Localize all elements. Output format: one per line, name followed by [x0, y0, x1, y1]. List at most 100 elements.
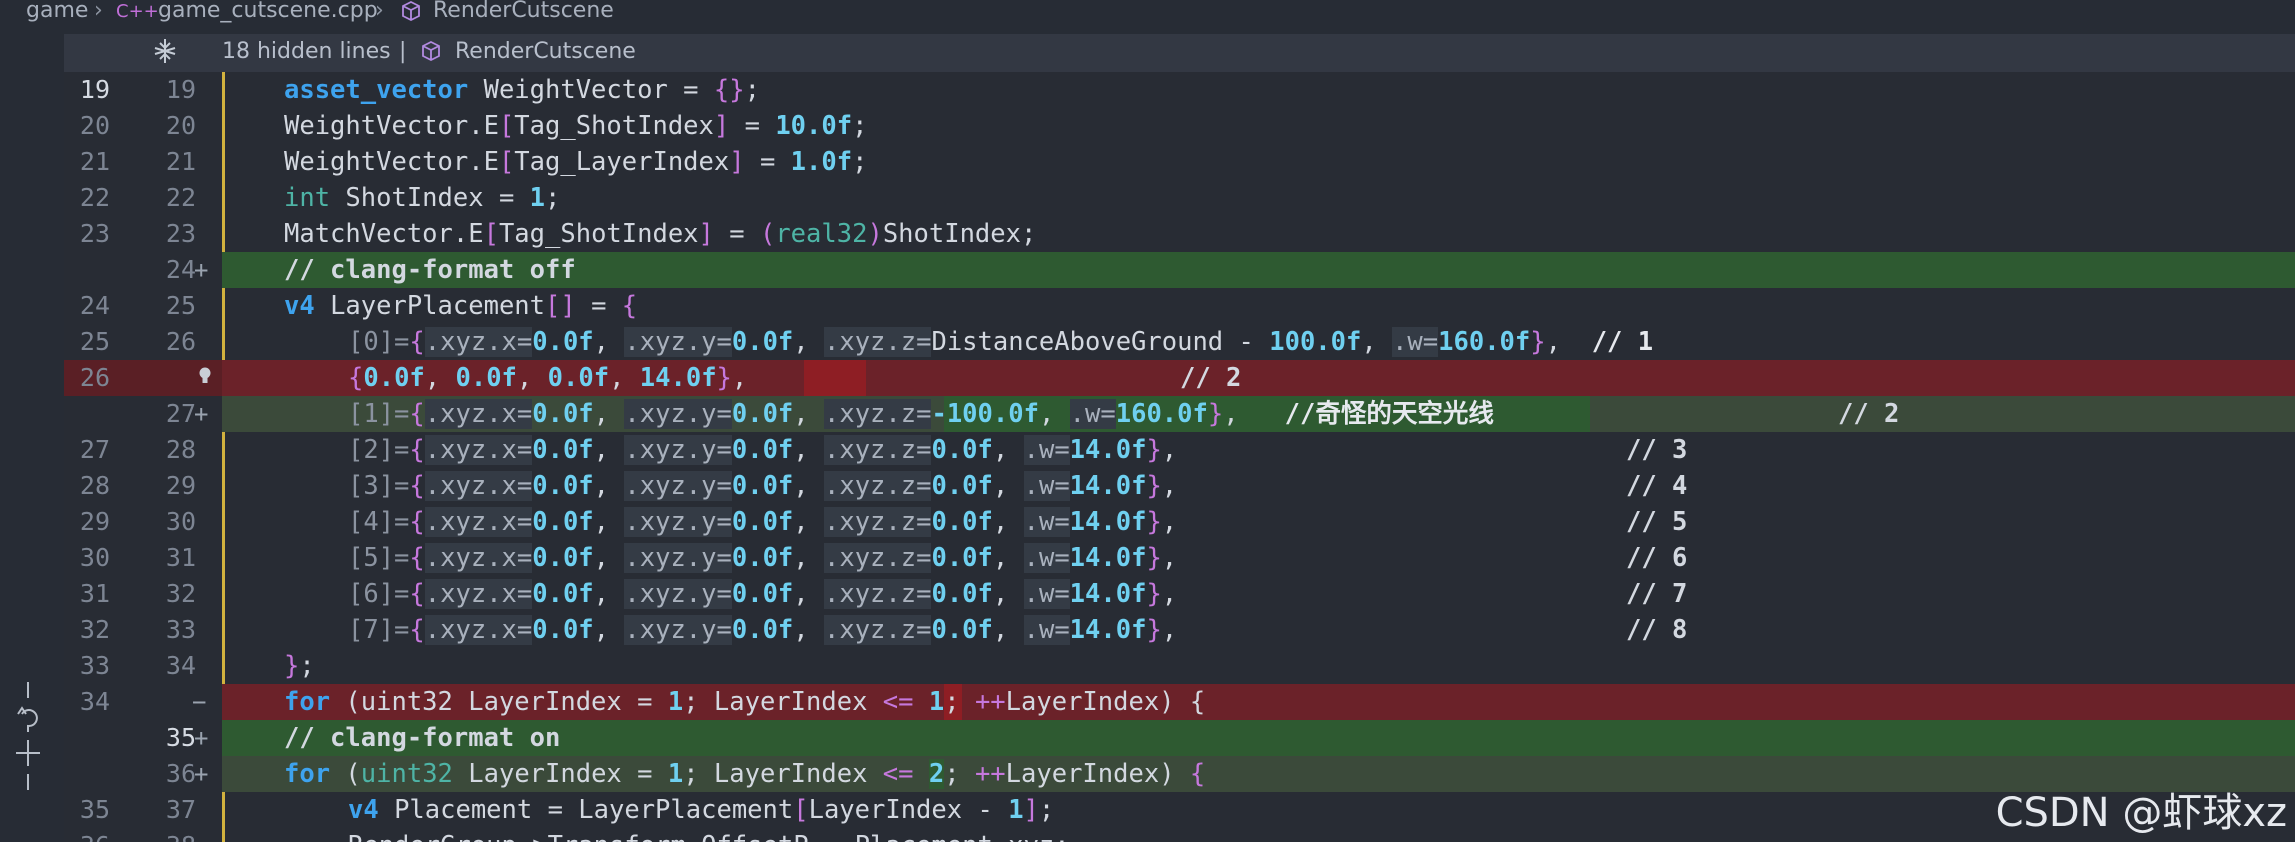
new-line-number: 35: [165, 723, 196, 752]
old-line-number: [64, 252, 110, 288]
code-text: WeightVector.E[Tag_ShotIndex] = 10.0f;: [284, 111, 868, 141]
code-text: [5]={.xyz.x=0.0f, .xyz.y=0.0f, .xyz.z=0.…: [348, 543, 1178, 573]
modified-bar: [222, 504, 225, 540]
breadcrumb: game › C++ game_cutscene.cpp › RenderCut…: [0, 0, 2295, 28]
code-text: [3]={.xyz.x=0.0f, .xyz.y=0.0f, .xyz.z=0.…: [348, 471, 1178, 501]
revert-hunk-controls[interactable]: [12, 680, 44, 792]
code-line[interactable]: 22 22 int ShotIndex = 1;: [64, 180, 2295, 216]
code-comment: // 4: [1626, 471, 1688, 501]
code-text: v4 LayerPlacement[] = {: [284, 291, 638, 321]
modified-bar: [222, 432, 225, 468]
removed-marker: −: [192, 688, 207, 716]
removed-line[interactable]: 34 − for (uint32 LayerIndex = 1; LayerIn…: [64, 684, 2295, 720]
modified-bar: [222, 576, 225, 612]
code-text: WeightVector.E[Tag_LayerIndex] = 1.0f;: [284, 147, 868, 177]
old-line-number: 33: [79, 651, 110, 680]
old-line-number: 22: [79, 183, 110, 212]
code-text: MatchVector.E[Tag_ShotIndex] = (real32)S…: [284, 219, 1037, 249]
code-text: // clang-format on: [284, 723, 561, 753]
modified-bar: [222, 72, 225, 108]
code-line[interactable]: 21 21 WeightVector.E[Tag_LayerIndex] = 1…: [64, 144, 2295, 180]
modified-bar: [222, 288, 225, 324]
added-marker: +: [194, 760, 209, 788]
modified-bar: [222, 144, 225, 180]
old-line-number: [64, 396, 110, 432]
new-line-number: 33: [165, 615, 196, 644]
code-text: asset_vector WeightVector = {};: [284, 75, 760, 105]
new-line-number: 37: [165, 795, 196, 824]
new-line-number: 24: [165, 255, 196, 284]
new-line-number: 21: [165, 147, 196, 176]
old-line-number: 35: [79, 795, 110, 824]
new-line-number: 32: [165, 579, 196, 608]
removed-line[interactable]: 26 {0.0f, 0.0f, 0.0f, 14.0f}, // 2: [64, 360, 2295, 396]
code-line[interactable]: 31 32 [6]={.xyz.x=0.0f, .xyz.y=0.0f, .xyz.…: [64, 576, 2295, 612]
added-line[interactable]: 36 + for (uint32 LayerIndex = 1; LayerIn…: [64, 756, 2295, 792]
code-text: // clang-format off: [284, 255, 576, 285]
breadcrumb-item-game[interactable]: game: [26, 0, 88, 23]
old-line-number: 25: [79, 327, 110, 356]
diff-action-strip: [0, 72, 64, 842]
fold-symbol-label[interactable]: RenderCutscene: [455, 39, 636, 64]
cube-icon: [400, 0, 422, 28]
code-comment: // 2: [1180, 363, 1242, 393]
new-line-number: 22: [165, 183, 196, 212]
old-line-number: 19: [79, 75, 110, 104]
modified-bar: [222, 324, 225, 360]
breadcrumb-item-symbol[interactable]: RenderCutscene: [433, 0, 614, 23]
added-line[interactable]: 35 + // clang-format on: [64, 720, 2295, 756]
new-line-number: 23: [165, 219, 196, 248]
old-line-number: [64, 756, 110, 792]
code-comment: // 8: [1626, 615, 1688, 645]
modified-bar: [222, 540, 225, 576]
diff-editor[interactable]: 19 19 asset_vector WeightVector = {}; 20…: [64, 72, 2295, 842]
code-text: v4 Placement = LayerPlacement[LayerIndex…: [348, 795, 1055, 825]
old-line-number: 30: [79, 543, 110, 572]
folded-region-bar[interactable]: 18 hidden lines | RenderCutscene: [64, 34, 2295, 72]
code-line[interactable]: 19 19 asset_vector WeightVector = {};: [64, 72, 2295, 108]
code-line[interactable]: 35 37 v4 Placement = LayerPlacement[Laye…: [64, 792, 2295, 828]
new-line-number: 38: [134, 828, 196, 842]
code-line[interactable]: 30 31 [5]={.xyz.x=0.0f, .xyz.y=0.0f, .xyz.…: [64, 540, 2295, 576]
modified-bar: [222, 180, 225, 216]
code-line[interactable]: 28 29 [3]={.xyz.x=0.0f, .xyz.y=0.0f, .xyz.…: [64, 468, 2295, 504]
code-line[interactable]: 20 20 WeightVector.E[Tag_ShotIndex] = 10…: [64, 108, 2295, 144]
code-line[interactable]: 27 28 [2]={.xyz.x=0.0f, .xyz.y=0.0f, .xyz.…: [64, 432, 2295, 468]
code-text: [6]={.xyz.x=0.0f, .xyz.y=0.0f, .xyz.z=0.…: [348, 579, 1178, 609]
new-line-number: 30: [165, 507, 196, 536]
old-line-number: [64, 720, 110, 756]
hidden-lines-label[interactable]: 18 hidden lines: [222, 39, 391, 64]
code-line[interactable]: 33 34 };: [64, 648, 2295, 684]
unfold-icon[interactable]: [152, 37, 178, 71]
added-marker: +: [194, 724, 209, 752]
added-line[interactable]: 24 + // clang-format off: [64, 252, 2295, 288]
new-line-number: 34: [165, 651, 196, 680]
code-comment: // 2: [1838, 399, 1900, 429]
fold-separator: |: [399, 39, 407, 64]
old-line-number: 28: [79, 471, 110, 500]
code-line[interactable]: 25 26 [0]={.xyz.x=0.0f, .xyz.y=0.0f, .xy…: [64, 324, 2295, 360]
breadcrumb-item-file[interactable]: game_cutscene.cpp: [158, 0, 378, 23]
new-line-number: 28: [165, 435, 196, 464]
old-line-number: 32: [79, 615, 110, 644]
code-line[interactable]: 29 30 [4]={.xyz.x=0.0f, .xyz.y=0.0f, .xyz.…: [64, 504, 2295, 540]
code-line[interactable]: 24 25 v4 LayerPlacement[] = {: [64, 288, 2295, 324]
added-line[interactable]: 27 + [1]={.xyz.x=0.0f, .xyz.y=0.0f, .xyz…: [64, 396, 2295, 432]
new-line-number: 26: [165, 327, 196, 356]
old-line-number: 26: [79, 363, 110, 392]
code-line[interactable]: 23 23 MatchVector.E[Tag_ShotIndex] = (re…: [64, 216, 2295, 252]
modified-bar: [222, 468, 225, 504]
code-line[interactable]: 36 38 RenderGroup->Transform.OffsetP = P…: [64, 828, 2295, 842]
code-text: [1]={.xyz.x=0.0f, .xyz.y=0.0f, .xyz.z=-1…: [348, 399, 1494, 429]
new-line-number: 31: [165, 543, 196, 572]
modified-bar: [222, 612, 225, 648]
code-text: [2]={.xyz.x=0.0f, .xyz.y=0.0f, .xyz.z=0.…: [348, 435, 1178, 465]
watermark: CSDN @虾球xz: [1995, 790, 2287, 836]
old-line-number: 27: [79, 435, 110, 464]
code-line[interactable]: 32 33 [7]={.xyz.x=0.0f, .xyz.y=0.0f, .xyz.…: [64, 612, 2295, 648]
cpp-file-icon: C++: [116, 1, 159, 22]
new-line-number: 29: [165, 471, 196, 500]
code-text: [7]={.xyz.x=0.0f, .xyz.y=0.0f, .xyz.z=0.…: [348, 615, 1178, 645]
lightbulb-icon[interactable]: [198, 367, 212, 383]
cube-icon: [420, 40, 442, 68]
